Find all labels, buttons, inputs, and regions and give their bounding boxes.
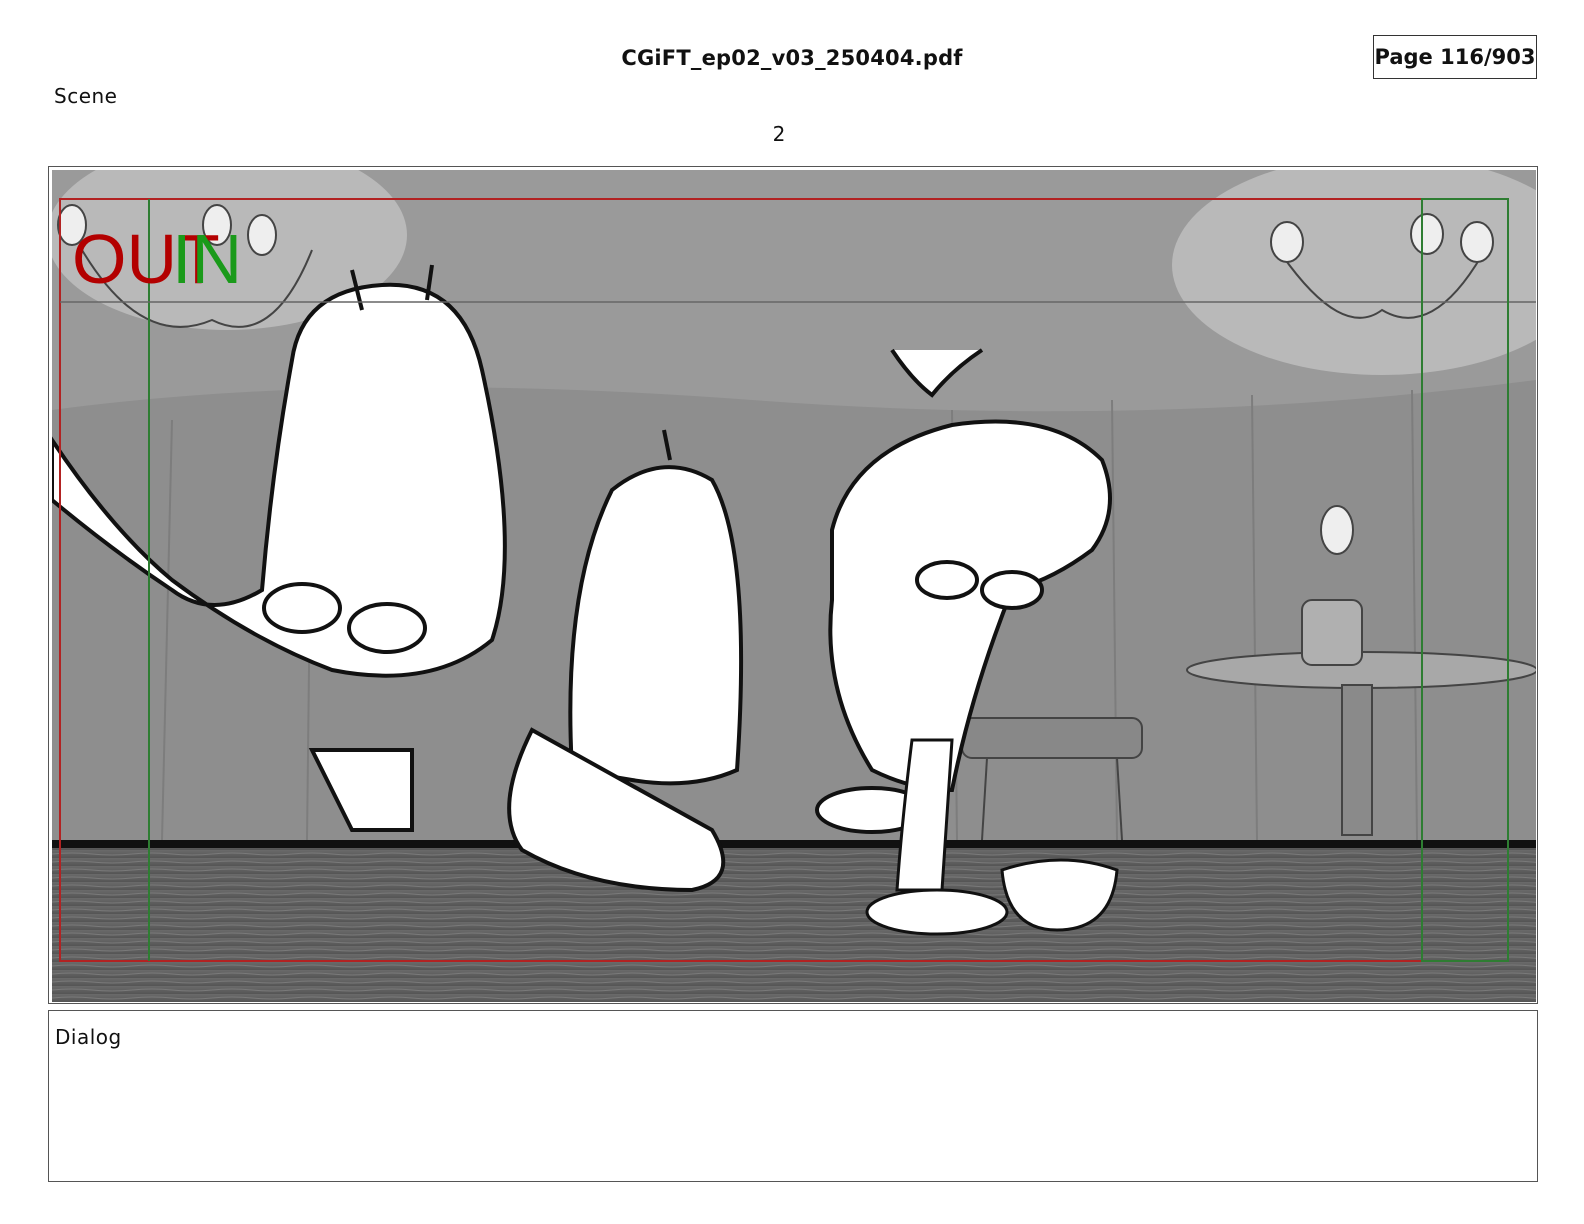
document-title: CGiFT_ep02_v03_250404.pdf	[621, 46, 963, 70]
page-indicator: Page 116/903	[1373, 35, 1537, 79]
page-indicator-label: Page 116/903	[1374, 45, 1536, 69]
in-tag: IN	[172, 220, 242, 298]
bar-edge	[52, 840, 1536, 848]
dialog-box: Dialog	[48, 1010, 1538, 1182]
storyboard-drawing: OUT IN	[52, 170, 1536, 1002]
storyboard-panel: OUT IN	[48, 166, 1538, 1004]
scene-number: 2	[772, 122, 786, 146]
scene-label: Scene	[54, 84, 118, 108]
dialog-label: Dialog	[55, 1025, 122, 1049]
bar-counter	[52, 848, 1536, 1002]
